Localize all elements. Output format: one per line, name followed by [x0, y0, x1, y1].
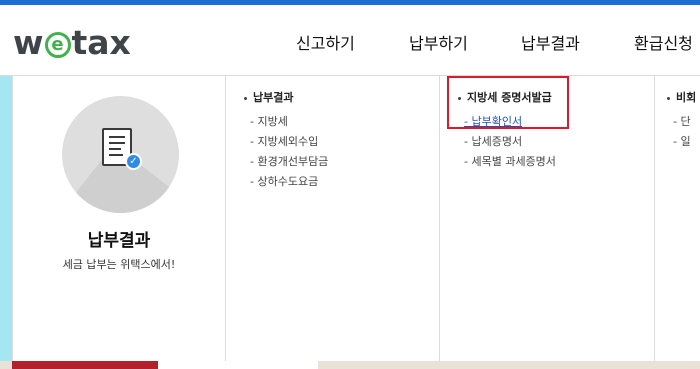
nav-item-payment[interactable]: 납부하기: [409, 30, 468, 54]
nav-item-payment-result[interactable]: 납부결과: [521, 30, 580, 54]
feature-title: 납부결과: [87, 231, 151, 251]
header: w e tax 신고하기 납부하기 납부결과 환급신청: [0, 5, 700, 76]
left-background-strip: [0, 76, 12, 369]
menu-link-non-tax-revenue[interactable]: - 지방세외수입: [250, 132, 328, 152]
column-heading: 납부결과: [244, 89, 293, 105]
menu-link-local-tax[interactable]: - 지방세: [250, 112, 328, 132]
menu-link-tax-item-certificate[interactable]: - 세목별 과세증명서: [464, 152, 556, 172]
nav-item-refund[interactable]: 환급신청: [634, 30, 693, 54]
menu-column-cut: 비회 - 단 - 일: [655, 76, 700, 361]
menu-link-tax-certificate[interactable]: - 납세증명서: [464, 132, 556, 152]
feature-block: ✓ 납부결과 세금 납부는 위택스에서!: [12, 76, 226, 361]
nav-item-report[interactable]: 신고하기: [296, 30, 355, 54]
red-banner: [12, 361, 158, 369]
menu-column-payment-result: 납부결과 - 지방세 - 지방세외수입 - 환경개선부담금 - 상하수도요금: [226, 76, 440, 361]
main-nav: 신고하기 납부하기 납부결과 환급신청: [0, 30, 700, 54]
check-badge-icon: ✓: [125, 153, 142, 170]
menu-link-water-fee[interactable]: - 상하수도요금: [250, 172, 328, 192]
column-list: - 지방세 - 지방세외수입 - 환경개선부담금 - 상하수도요금: [250, 112, 328, 192]
highlight-box: [447, 76, 569, 129]
feature-circle: ✓: [62, 96, 179, 213]
feature-subtitle: 세금 납부는 위택스에서!: [62, 258, 176, 271]
page-content-below: [0, 361, 700, 369]
column-list: - 단 - 일: [673, 112, 691, 152]
bullet-icon: [667, 96, 670, 100]
menu-link-partial-2[interactable]: - 일: [673, 132, 691, 152]
menu-link-environment-charge[interactable]: - 환경개선부담금: [250, 152, 328, 172]
bullet-icon: [244, 96, 247, 100]
menu-link-partial-1[interactable]: - 단: [673, 112, 691, 132]
column-heading: 비회: [667, 89, 696, 105]
